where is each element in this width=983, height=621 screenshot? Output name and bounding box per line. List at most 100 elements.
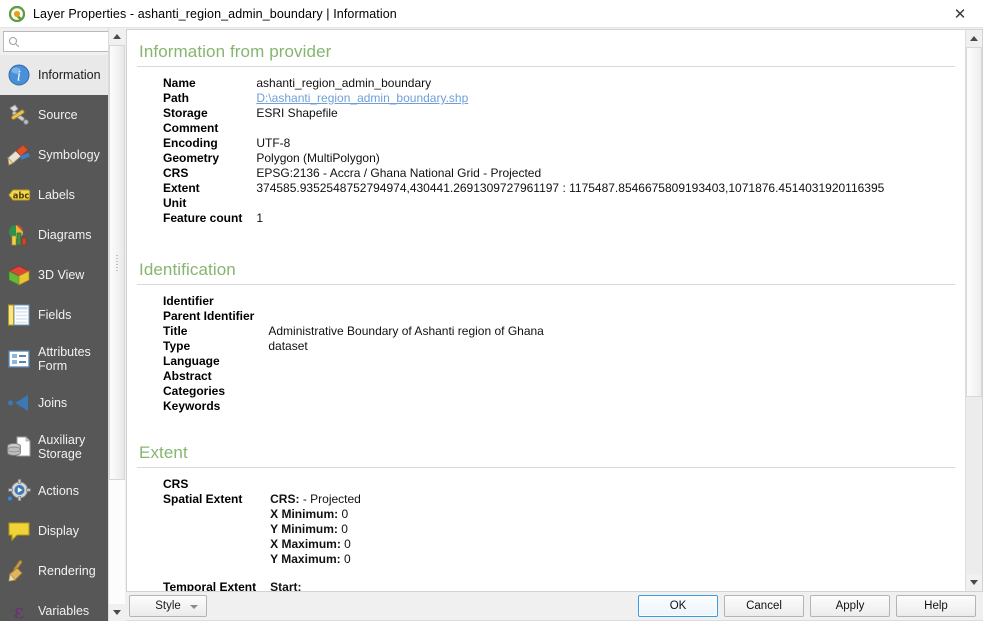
dialog-button-bar: Style OK Cancel Apply Help — [126, 592, 983, 621]
row-key: Type — [163, 339, 191, 353]
row-value — [268, 309, 544, 324]
layer-properties-dialog: Layer Properties - ashanti_region_admin_… — [0, 0, 983, 621]
path-link[interactable]: D:\ashanti_region_admin_boundary.shp — [256, 91, 468, 105]
row-value: 374585.9352548752794974,430441.269130972… — [256, 181, 885, 195]
cancel-button[interactable]: Cancel — [724, 595, 804, 617]
attributes-form-icon — [8, 350, 30, 368]
row-key: Unit — [163, 196, 187, 210]
row-key: Categories — [163, 384, 226, 398]
variables-epsilon-icon: ε — [14, 599, 24, 621]
content-scroll-track[interactable] — [966, 47, 982, 574]
search-box[interactable] — [3, 31, 108, 52]
sidebar-item-source[interactable]: Source — [0, 95, 108, 135]
help-button[interactable]: Help — [896, 595, 976, 617]
table-row: CRS EPSG:2136 - Accra / Ghana National G… — [163, 166, 884, 181]
sub-label: Y Maximum: — [270, 552, 341, 566]
table-row: Language — [163, 354, 544, 369]
sidebar-item-display[interactable]: Display — [0, 511, 108, 551]
spatial-extent-values: CRS: - Projected X Minimum: 0 Y Minimum:… — [270, 492, 361, 567]
table-spacer — [163, 567, 361, 580]
extent-properties-table: CRS Spatial Extent CRS: - Projected X Mi… — [163, 477, 361, 591]
apply-button[interactable]: Apply — [810, 595, 890, 617]
sidebar-item-joins[interactable]: Joins — [0, 383, 108, 423]
table-row: Encoding UTF-8 — [163, 136, 884, 151]
sidebar-item-label: Source — [38, 107, 78, 122]
sidebar-item-symbology[interactable]: Symbology — [0, 135, 108, 175]
provider-properties-table: Name ashanti_region_admin_boundary Path … — [163, 76, 884, 226]
row-key: Geometry — [163, 151, 220, 165]
information-icon: i — [8, 64, 30, 86]
table-row: Identifier — [163, 294, 544, 309]
row-key: Storage — [163, 106, 208, 120]
display-balloon-icon — [8, 522, 30, 542]
sidebar-item-rendering[interactable]: Rendering — [0, 551, 108, 591]
content-scrollbar[interactable] — [965, 30, 982, 591]
table-row: Extent 374585.9352548752794974,430441.26… — [163, 181, 884, 196]
search-icon — [8, 36, 20, 47]
scroll-down-icon[interactable] — [966, 574, 982, 591]
sidebar-nav-list[interactable]: i Information Source Symbology abc Label… — [0, 55, 108, 621]
sidebar-item-label: Joins — [38, 395, 68, 410]
fields-table-icon — [8, 304, 30, 326]
row-value: UTF-8 — [256, 136, 291, 150]
sidebar-scroll-track[interactable] — [109, 45, 125, 604]
sidebar-item-label: Display — [38, 523, 79, 538]
sidebar-item-label: Variables — [38, 603, 90, 618]
table-row: Type dataset — [163, 339, 544, 354]
information-panel: Information from provider Name ashanti_r… — [126, 29, 983, 592]
style-button[interactable]: Style — [129, 595, 207, 617]
row-value: ashanti_region_admin_boundary — [256, 76, 432, 90]
sidebar-item-label: Fields — [38, 307, 72, 322]
row-value — [268, 399, 544, 414]
scroll-down-icon[interactable] — [109, 604, 125, 621]
auxiliary-storage-icon — [7, 436, 31, 457]
scroll-up-icon[interactable] — [966, 30, 982, 47]
table-row: Name ashanti_region_admin_boundary — [163, 76, 884, 91]
row-key: Extent — [163, 181, 200, 195]
ok-button[interactable]: OK — [638, 595, 718, 617]
row-key: Language — [163, 354, 220, 368]
ok-button-label: OK — [669, 600, 687, 612]
sidebar-item-3d-view[interactable]: 3D View — [0, 255, 108, 295]
close-icon[interactable]: ✕ — [937, 0, 983, 28]
sub-value: 0 — [338, 507, 349, 521]
sidebar-item-variables[interactable]: ε Variables — [0, 591, 108, 621]
table-row: Unit — [163, 196, 884, 211]
content-scroll-thumb[interactable] — [966, 47, 982, 397]
search-container — [0, 28, 108, 55]
table-row: Keywords — [163, 399, 544, 414]
sidebar-item-auxiliary-storage[interactable]: Auxiliary Storage — [0, 423, 108, 471]
3d-view-cube-icon — [8, 265, 30, 286]
row-value — [268, 384, 544, 399]
svg-text:ε: ε — [14, 599, 24, 621]
row-value — [256, 121, 884, 136]
sidebar-scroll-thumb[interactable] — [109, 45, 125, 480]
section-heading-identification: Identification — [139, 260, 236, 279]
window-title: Layer Properties - ashanti_region_admin_… — [33, 6, 397, 21]
row-key: CRS — [163, 477, 189, 491]
source-wrench-icon — [9, 104, 29, 125]
sub-label: Y Minimum: — [270, 522, 338, 536]
cancel-button-label: Cancel — [746, 600, 782, 612]
sidebar-item-label: Labels — [38, 187, 75, 202]
sidebar-item-label: Attributes Form — [38, 344, 91, 373]
sidebar-scrollbar[interactable] — [108, 28, 125, 621]
table-row: Parent Identifier — [163, 309, 544, 324]
help-button-label: Help — [924, 600, 948, 612]
search-input[interactable] — [23, 35, 108, 48]
sub-label: Start: — [270, 580, 302, 591]
sidebar-item-fields[interactable]: Fields — [0, 295, 108, 335]
sidebar-item-diagrams[interactable]: Diagrams — [0, 215, 108, 255]
row-key: Name — [163, 76, 196, 90]
sidebar-item-labels[interactable]: abc Labels — [0, 175, 108, 215]
section-divider — [137, 467, 955, 468]
table-row: Geometry Polygon (MultiPolygon) — [163, 151, 884, 166]
sidebar: i Information Source Symbology abc Label… — [0, 28, 108, 621]
row-value — [268, 369, 544, 384]
sidebar-item-information[interactable]: i Information — [0, 55, 108, 95]
diagrams-chart-icon — [9, 225, 27, 246]
sidebar-item-actions[interactable]: Actions — [0, 471, 108, 511]
sidebar-item-attributes-form[interactable]: Attributes Form — [0, 335, 108, 383]
scroll-up-icon[interactable] — [109, 28, 125, 45]
table-row: Abstract — [163, 369, 544, 384]
